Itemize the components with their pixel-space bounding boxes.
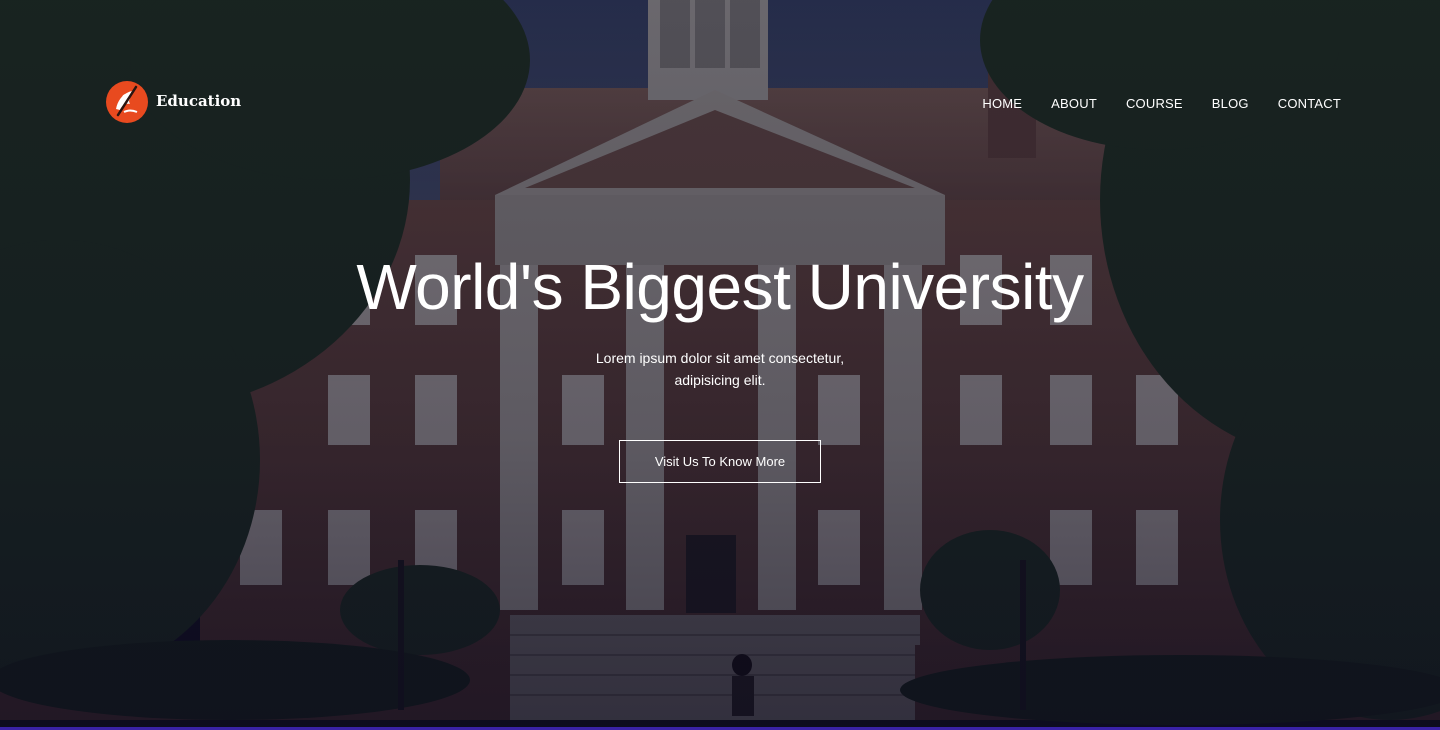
visit-us-button[interactable]: Visit Us To Know More <box>619 440 821 483</box>
hero-subtitle: Lorem ipsum dolor sit amet consectetur, … <box>595 350 845 388</box>
brand-logo-link[interactable]: Education <box>104 80 241 124</box>
hero-section: Education HOME ABOUT COURSE BLOG CONTACT… <box>0 0 1440 730</box>
nav-item-blog[interactable]: BLOG <box>1212 96 1249 111</box>
main-nav: HOME ABOUT COURSE BLOG CONTACT <box>982 96 1341 111</box>
nav-item-about[interactable]: ABOUT <box>1051 96 1097 111</box>
hero-title: World's Biggest University <box>356 251 1084 323</box>
brand-name: Education <box>156 91 242 110</box>
education-logo-icon <box>106 81 148 123</box>
nav-item-home[interactable]: HOME <box>982 96 1022 111</box>
nav-item-contact[interactable]: CONTACT <box>1278 96 1341 111</box>
nav-item-course[interactable]: COURSE <box>1126 96 1183 111</box>
